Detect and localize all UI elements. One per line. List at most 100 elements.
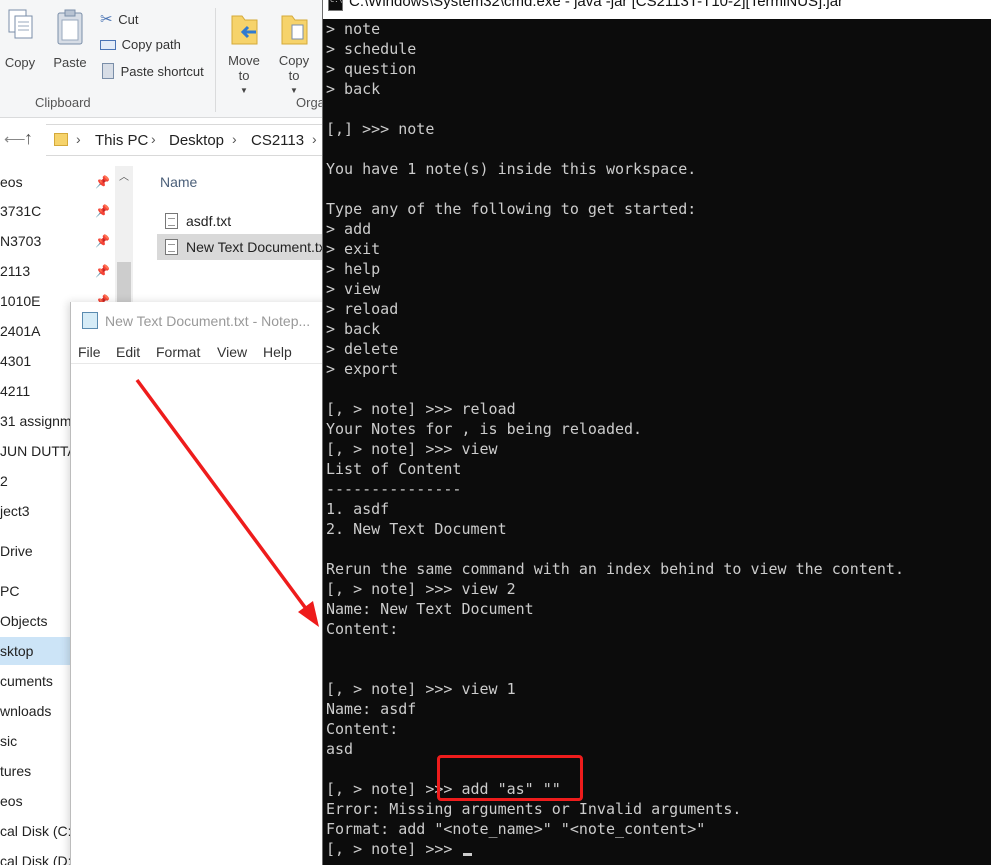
copy-path-label: Copy path <box>121 37 181 52</box>
console-line: > schedule <box>326 40 417 58</box>
chevron-right-icon: › <box>151 131 156 147</box>
console-line: [,] >>> note <box>326 120 435 138</box>
notepad-menubar: File Edit Format View Help <box>71 340 333 364</box>
paste-shortcut-icon <box>102 63 114 79</box>
back-arrow-icon[interactable]: ⟵ <box>4 130 26 148</box>
text-file-icon <box>165 213 178 229</box>
paste-shortcut-button[interactable]: Paste shortcut <box>100 63 204 79</box>
file-item-selected[interactable]: New Text Document.txt <box>157 234 330 260</box>
cut-label: Cut <box>118 12 139 27</box>
notepad-window[interactable]: New Text Document.txt - Notep... File Ed… <box>70 302 333 865</box>
chevron-right-icon: › <box>76 131 81 147</box>
console-line: Name: asdf <box>326 700 417 718</box>
text-cursor <box>463 853 472 856</box>
pin-icon[interactable]: 📌 <box>95 264 110 278</box>
console-line: > exit <box>326 240 381 258</box>
notepad-titlebar[interactable]: New Text Document.txt - Notep... <box>71 302 333 338</box>
console-titlebar[interactable]: C:\Windows\System32\cmd.exe - java -jar … <box>323 0 991 19</box>
menu-edit[interactable]: Edit <box>116 344 140 360</box>
notepad-title: New Text Document.txt - Notep... <box>105 313 311 329</box>
console-line: > back <box>326 80 381 98</box>
ribbon-divider <box>215 8 216 112</box>
console-line: > view <box>326 280 381 298</box>
console-line: List of Content <box>326 460 462 478</box>
text-file-icon <box>165 239 178 255</box>
clipboard-group-label: Clipboard <box>35 95 91 110</box>
organize-group-label: Orga <box>296 95 325 110</box>
copy-path-button[interactable]: Copy path <box>100 37 181 52</box>
nav-item[interactable]: sktop <box>0 637 72 665</box>
ribbon: Copy Paste ✂ Cut Copy path Paste shortcu… <box>0 0 330 118</box>
breadcrumb-desktop[interactable]: Desktop <box>169 132 224 149</box>
console-line: [, > note] >>> view 2 <box>326 580 516 598</box>
notepad-text-area[interactable] <box>71 364 333 865</box>
console-line: [, > note] >>> view <box>326 440 498 458</box>
copy-label: Copy <box>4 55 36 70</box>
console-line: [, > note] >>> view 1 <box>326 680 516 698</box>
address-bar[interactable]: › This PC › Desktop › CS2113 › <box>46 124 330 156</box>
console-line: Type any of the following to get started… <box>326 200 697 218</box>
console-line: Content: <box>326 720 399 738</box>
chevron-right-icon: › <box>232 131 237 147</box>
chevron-down-icon: ▼ <box>240 86 248 95</box>
name-column-header[interactable]: Name <box>160 174 197 190</box>
menu-view[interactable]: View <box>217 344 247 360</box>
cut-button[interactable]: ✂ Cut <box>100 10 138 28</box>
highlight-box <box>437 755 583 801</box>
console-line: > export <box>326 360 399 378</box>
console-window[interactable]: C:\Windows\System32\cmd.exe - java -jar … <box>322 0 991 865</box>
file-name: asdf.txt <box>186 213 232 229</box>
file-name: New Text Document.txt <box>186 239 330 255</box>
console-line: Your Notes for , is being reloaded. <box>326 420 643 438</box>
console-title: C:\Windows\System32\cmd.exe - java -jar … <box>349 0 844 10</box>
up-arrow-icon[interactable]: ↑ <box>24 128 33 149</box>
menu-file[interactable]: File <box>78 344 101 360</box>
paste-shortcut-label: Paste shortcut <box>120 64 204 79</box>
breadcrumb-cs2113[interactable]: CS2113 <box>251 132 304 149</box>
copy-path-icon <box>100 40 116 50</box>
menu-format[interactable]: Format <box>156 344 200 360</box>
file-item[interactable]: asdf.txt <box>157 208 330 234</box>
breadcrumb-this-pc[interactable]: This PC <box>95 132 148 149</box>
folder-icon <box>54 133 68 146</box>
console-line: --------------- <box>326 480 462 498</box>
notepad-icon <box>82 312 98 329</box>
chevron-right-icon: › <box>312 131 317 147</box>
console-line: > back <box>326 320 381 338</box>
paste-label: Paste <box>53 55 87 70</box>
menu-help[interactable]: Help <box>263 344 292 360</box>
navigation-scrollbar[interactable]: ︿ <box>115 166 133 316</box>
console-line: Rerun the same command with an index beh… <box>326 560 904 578</box>
move-to-button[interactable]: Move to ▼ <box>224 8 264 98</box>
copy-button[interactable]: Copy <box>2 8 38 70</box>
console-line: > add <box>326 220 372 238</box>
scissors-icon: ✂ <box>100 11 113 28</box>
console-output[interactable]: > note > schedule > question > back [,] >>> … <box>326 19 986 865</box>
copy-to-label: Copy to <box>278 53 310 83</box>
console-line: 2. New Text Document <box>326 520 507 538</box>
console-line: > delete <box>326 340 399 358</box>
paste-button[interactable]: Paste <box>50 8 90 70</box>
pin-icon[interactable]: 📌 <box>95 204 110 218</box>
console-line: 1. asdf <box>326 500 390 518</box>
clipboard-icon <box>57 9 83 45</box>
console-line: > help <box>326 260 381 278</box>
console-line: [, > note] >>> reload <box>326 400 516 418</box>
console-line: You have 1 note(s) inside this workspace… <box>326 160 697 178</box>
console-line: > question <box>326 60 417 78</box>
console-line: > reload <box>326 300 399 318</box>
console-line: Format: add "<note_name>" "<note_content… <box>326 820 706 838</box>
pin-icon[interactable]: 📌 <box>95 234 110 248</box>
console-line: Content: <box>326 620 399 638</box>
chevron-up-icon[interactable]: ︿ <box>119 168 129 183</box>
copy-to-folder-icon <box>281 15 308 45</box>
console-line: [, > note] >>> <box>326 840 462 858</box>
move-to-label: Move to <box>228 53 260 83</box>
copy-icon <box>8 9 33 39</box>
console-line: > note <box>326 20 381 38</box>
console-line: Name: New Text Document <box>326 600 534 618</box>
copy-to-button[interactable]: Copy to ▼ <box>274 8 314 98</box>
console-line: asd <box>326 740 354 758</box>
pin-icon[interactable]: 📌 <box>95 175 110 189</box>
cmd-icon <box>328 0 343 11</box>
